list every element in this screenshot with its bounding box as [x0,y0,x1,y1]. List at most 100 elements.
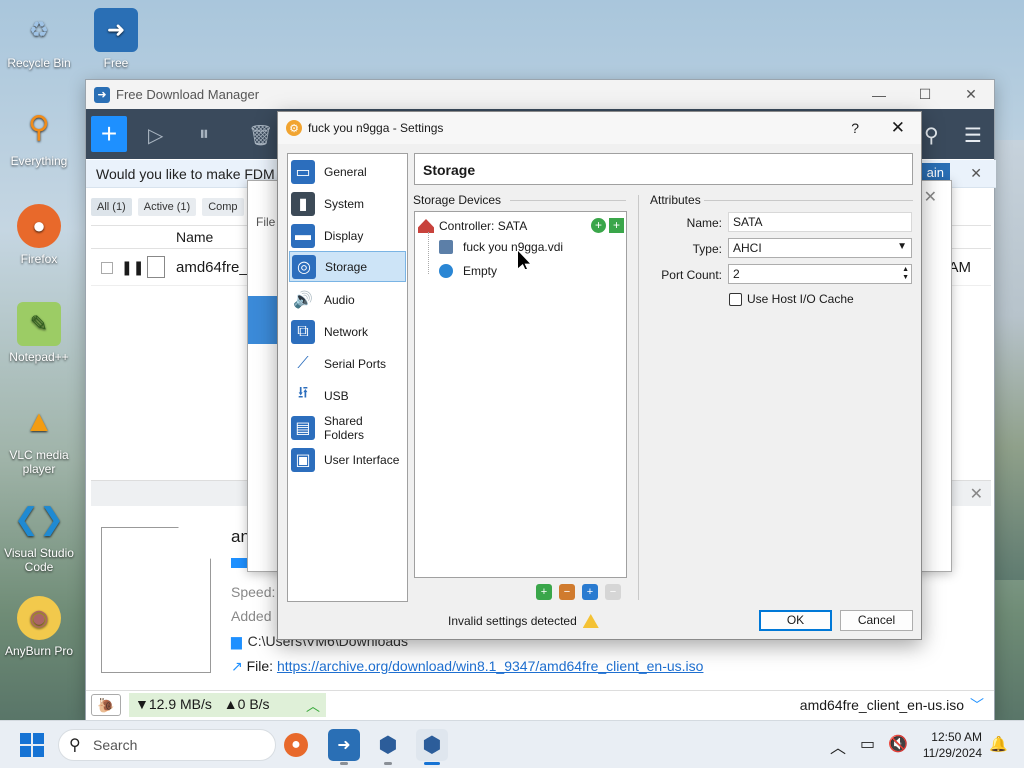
clock-date: 11/29/2024 [922,746,982,760]
system-icon: ▮ [291,191,315,216]
settings-titlebar[interactable]: ⚙ fuck you n9gga - Settings [278,112,921,144]
desktop-icon-notepadpp[interactable]: ✎ Notepad++ [1,302,77,364]
sidebar-item-shared-folders[interactable]: ▤ Shared Folders [289,412,406,443]
page-title: Storage [414,153,913,185]
chevron-down-icon: ▼ [897,241,907,252]
minimize-icon[interactable]: — [856,80,902,109]
column-header-name[interactable]: Name [176,229,213,245]
remove-controller-icon[interactable]: − [559,584,575,600]
taskbar-search[interactable]: ⚲ Search [58,729,276,761]
taskbar-fdm-icon[interactable]: ➜ [328,729,360,765]
volume-muted-icon[interactable]: 🔇 [888,734,908,754]
desktop-icon-recycle-bin[interactable]: ♻ Recycle Bin [1,8,77,71]
tree-item-label: Empty [463,264,498,278]
sidebar-item-label: Storage [325,259,368,274]
sidebar-item-general[interactable]: ▭ General [289,156,406,187]
add-hard-disk-icon[interactable]: + [609,218,624,233]
sidebar-item-network[interactable]: ⧉ Network [289,316,406,347]
spin-arrows-icon[interactable]: ▲ ▼ [902,266,909,282]
tree-item-disk[interactable]: fuck you n9gga.vdi [439,237,563,257]
sidebar-item-label: Serial Ports [324,356,387,371]
invalid-settings-indicator[interactable]: Invalid settings detected [448,614,599,628]
maximize-icon[interactable]: ☐ [902,80,948,109]
desktop-icon-vscode[interactable]: ❮❯ Visual Studio Code [1,498,77,575]
tree-controller-sata[interactable]: Controller: SATA + + [418,216,624,236]
storage-tree: Controller: SATA + + fuck you n9gga.vdi … [414,211,627,578]
tab-completed[interactable]: Comp [202,198,244,216]
add-attachment-icon[interactable]: + [582,584,598,600]
sidebar-item-system[interactable]: ▮ System [289,188,406,219]
tree-item-optical[interactable]: Empty [439,261,497,281]
ok-button[interactable]: OK [759,610,832,631]
close-icon[interactable]: ✕ [970,165,982,182]
chevron-up-icon[interactable]: ︿ [830,734,846,758]
user-interface-icon: ▣ [291,447,315,472]
chevron-down-icon[interactable]: ﹀ [970,695,984,715]
close-icon[interactable]: ✕ [891,118,905,138]
cancel-button[interactable]: Cancel [840,610,913,631]
fdm-filter-tabs: All (1) Active (1) Comp [91,198,244,216]
tree-guide-line [428,232,429,274]
warning-icon[interactable] [582,614,599,628]
desktop-icon-vlc[interactable]: ▲ VLC media player [1,400,77,477]
detail-file: ↗ File: https://archive.org/download/win… [231,658,703,675]
desktop-icon-fdm[interactable]: ➜ Free [78,8,154,70]
desktop-icon-everything[interactable]: ⚲ Everything [1,106,77,169]
port-count-label: Port Count: [661,268,722,282]
selected-vm-highlight[interactable] [248,296,280,344]
fdm-logo-icon: ➜ [94,86,110,103]
taskbar-firefox-icon[interactable]: ● [284,733,308,757]
add-optical-drive-icon[interactable]: + [591,218,606,233]
sidebar-item-display[interactable]: ▬ Display [289,220,406,251]
detail-speed-label: Speed: [231,584,276,600]
sidebar-item-serial-ports[interactable]: ⟋ Serial Ports [289,348,406,379]
storage-tree-toolbar: + − + − [536,584,621,600]
taskbar-virtualbox-settings-icon[interactable]: ⬢ [416,729,448,765]
desktop-icon-label: Everything [10,154,68,168]
remove-attachment-icon[interactable]: − [605,584,621,600]
name-input[interactable]: SATA [728,212,912,232]
add-download-button[interactable]: + [91,116,127,152]
link-icon: ↗ [231,658,243,674]
taskbar-clock[interactable]: 12:50 AM 11/29/2024 [923,729,982,761]
desktop-icon-anyburn[interactable]: ◉ AnyBurn Pro [1,596,77,658]
sidebar-item-user-interface[interactable]: ▣ User Interface [289,444,406,475]
menu-icon[interactable]: ☰ [964,123,982,148]
desktop-icon-firefox[interactable]: ● Firefox [1,204,77,266]
close-icon[interactable]: ✕ [948,80,994,109]
host-cache-checkbox[interactable]: Use Host I/O Cache [729,292,854,306]
snail-icon[interactable]: 🐌 [91,694,121,716]
speed-indicator[interactable]: ▼12.9 MB/s ▲0 B/s ︿ [129,693,326,717]
attributes-label: Attributes [650,193,701,207]
status-file-name: amd64fre_client_en-us.iso [799,697,964,713]
notification-bell-icon[interactable]: 🔔 [989,735,1008,753]
sidebar-item-label: Shared Folders [323,413,364,442]
help-button[interactable]: ? [851,120,859,136]
tab-active[interactable]: Active (1) [137,198,197,216]
sidebar-item-usb[interactable]: ⭿ USB [289,380,406,411]
download-speed: ▼12.9 MB/s [135,696,212,712]
close-icon[interactable]: ✕ [970,484,983,504]
close-icon[interactable]: ✕ [924,187,937,207]
delete-icon[interactable]: 🗑 [248,123,273,148]
search-icon[interactable]: ⚲ [924,123,939,148]
network-icon[interactable]: ▭ [860,734,875,754]
checkbox-box[interactable] [729,292,742,306]
menu-file[interactable]: File [256,215,275,229]
port-count-stepper[interactable]: 2 ▲ ▼ [728,264,912,284]
sidebar-item-storage[interactable]: ◎ Storage [289,251,406,282]
start-button[interactable] [20,733,44,757]
settings-sidebar: ▭ General ▮ System ▬ Display ◎ Storage 🔊… [287,153,408,602]
row-checkbox[interactable] [101,262,113,274]
resume-icon[interactable]: ▷ [148,123,163,148]
pause-icon[interactable]: ⏸ [199,123,209,146]
sidebar-item-label: Network [324,324,369,339]
sidebar-item-audio[interactable]: 🔊 Audio [289,284,406,315]
add-controller-icon[interactable]: + [536,584,552,600]
pause-icon[interactable]: ❚❚ [121,259,144,276]
tab-all[interactable]: All (1) [91,198,132,216]
file-icon [147,256,165,278]
type-select[interactable]: AHCI ▼ [728,238,912,258]
taskbar-virtualbox-icon[interactable]: ⬢ [372,729,404,765]
detail-file-url[interactable]: https://archive.org/download/win8.1_9347… [277,658,704,674]
